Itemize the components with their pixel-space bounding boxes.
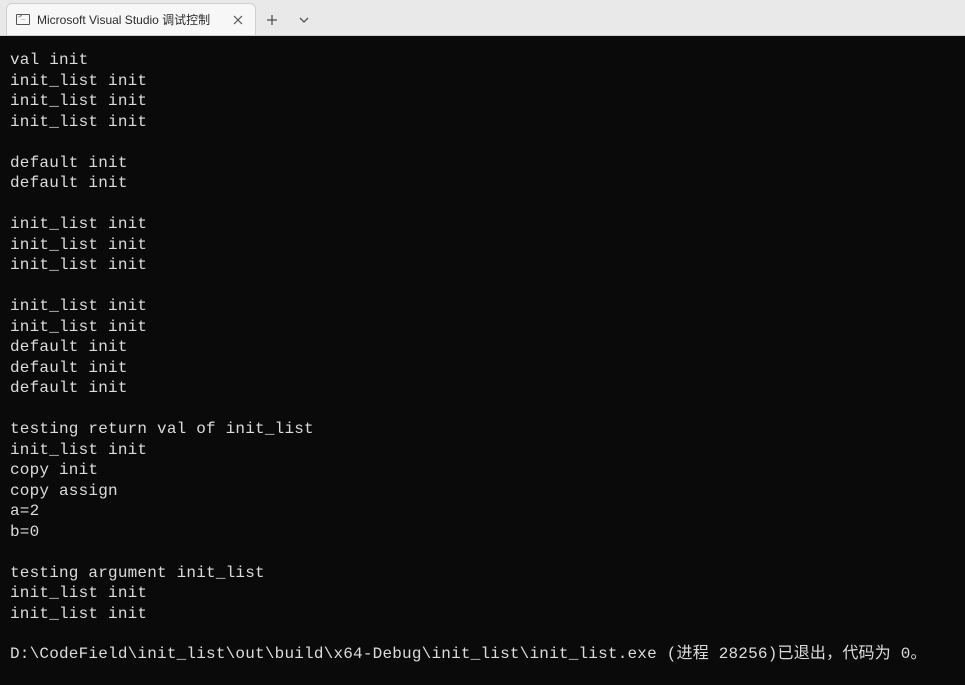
cmd-icon (15, 12, 31, 28)
tab-dropdown-button[interactable] (288, 5, 320, 35)
new-tab-button[interactable] (256, 5, 288, 35)
console-output[interactable]: val init init_list init init_list init i… (0, 36, 965, 685)
tab-bar: Microsoft Visual Studio 调试控制 (0, 0, 965, 36)
console-exit-line: D:\CodeField\init_list\out\build\x64-Deb… (10, 644, 957, 665)
tab-title: Microsoft Visual Studio 调试控制 (37, 11, 223, 28)
chevron-down-icon (298, 14, 310, 26)
plus-icon (266, 14, 278, 26)
tab-close-button[interactable] (229, 11, 247, 29)
console-lines: val init init_list init init_list init i… (10, 50, 957, 624)
tab-active[interactable]: Microsoft Visual Studio 调试控制 (6, 3, 256, 35)
close-icon (233, 15, 243, 25)
